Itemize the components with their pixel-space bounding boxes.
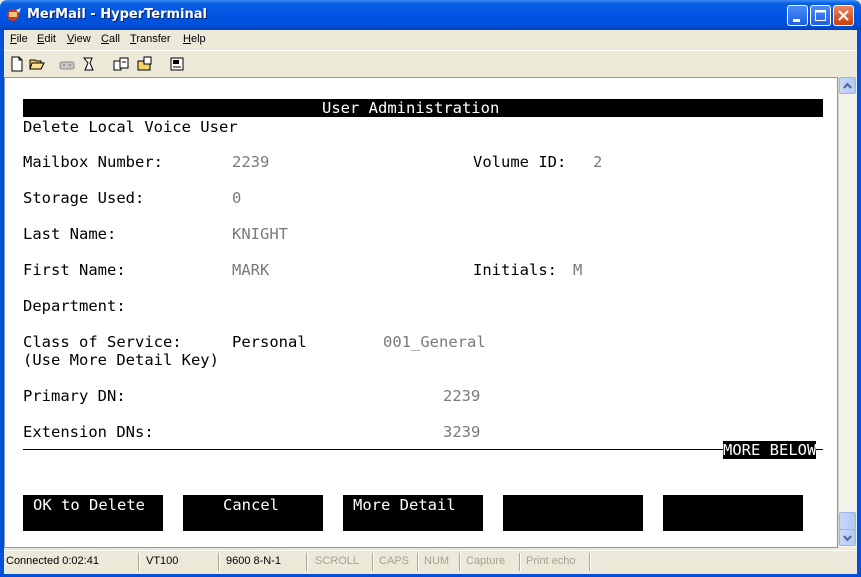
status-num: NUM [424, 555, 450, 567]
terminal-window[interactable]: User Administration Delete Local Voice U… [4, 77, 838, 548]
menu-view[interactable]: View [67, 33, 91, 45]
storage-value: 0 [232, 189, 242, 207]
mailbox-value: 2239 [232, 153, 270, 171]
scroll-down-icon [843, 535, 852, 542]
more-below-indicator: MORE BELOW [723, 441, 817, 459]
menu-edit[interactable]: Edit [37, 33, 56, 45]
send-icon[interactable] [112, 55, 130, 73]
properties-icon[interactable] [168, 55, 186, 73]
initials-value: M [573, 261, 583, 279]
cos-type: Personal [232, 333, 307, 351]
section-divider [23, 449, 823, 450]
status-separator [218, 553, 220, 571]
receive-icon[interactable] [136, 55, 154, 73]
new-icon[interactable] [8, 55, 26, 73]
maximize-button[interactable] [810, 5, 831, 26]
title-bar[interactable]: MerMail - HyperTerminal [0, 0, 861, 30]
status-emulation: VT100 [146, 555, 179, 567]
status-bar: Connected 0:02:41 VT100 9600 8-N-1 SCROL… [4, 550, 857, 574]
close-icon [838, 10, 849, 21]
menu-bar: File Edit View Call Transfer Help [4, 30, 857, 50]
disconnect-icon[interactable] [58, 55, 76, 73]
status-connected: Connected 0:02:41 [6, 555, 99, 567]
cos-hint: (Use More Detail Key) [23, 351, 219, 369]
softkey-4[interactable] [503, 495, 643, 531]
status-capture: Capture [466, 555, 506, 567]
window-title: MerMail - HyperTerminal [27, 7, 207, 22]
status-separator [459, 553, 461, 571]
softkey-cancel-label: Cancel [223, 496, 279, 514]
status-separator [138, 553, 140, 571]
extension-dns-label: Extension DNs: [23, 423, 154, 441]
storage-label: Storage Used: [23, 189, 145, 207]
scroll-up-button[interactable] [839, 77, 856, 94]
call-icon[interactable] [80, 55, 98, 73]
primary-dn-label: Primary DN: [23, 387, 126, 405]
status-separator [519, 553, 521, 571]
softkey-more-detail-label: More Detail [353, 496, 456, 514]
screen-subtitle: Delete Local Voice User [23, 118, 238, 136]
last-name-value: KNIGHT [232, 225, 288, 243]
scroll-down-button[interactable] [839, 529, 856, 546]
first-name-label: First Name: [23, 261, 126, 279]
window-frame-right [857, 30, 861, 577]
status-separator [372, 553, 374, 571]
cos-label: Class of Service: [23, 333, 182, 351]
scroll-thumb[interactable] [839, 512, 856, 530]
open-icon[interactable] [28, 55, 46, 73]
hyperterminal-app-icon[interactable] [6, 7, 22, 23]
first-name-value: MARK [232, 261, 270, 279]
initials-label: Initials: [473, 261, 557, 279]
extension-dns-value: 3239 [443, 423, 481, 441]
menu-help[interactable]: Help [183, 33, 206, 45]
primary-dn-value: 2239 [443, 387, 481, 405]
vertical-scrollbar[interactable] [838, 77, 857, 548]
toolbar [4, 50, 857, 78]
volume-value: 2 [593, 153, 603, 171]
status-caps: CAPS [379, 555, 409, 567]
cos-value: 001_General [383, 333, 486, 351]
menu-file[interactable]: File [10, 33, 28, 45]
volume-label: Volume ID: [473, 153, 567, 171]
status-print-echo: Print echo [526, 555, 576, 567]
mailbox-label: Mailbox Number: [23, 153, 163, 171]
status-separator [417, 553, 419, 571]
terminal-screen[interactable]: User Administration Delete Local Voice U… [5, 78, 837, 547]
department-label: Department: [23, 297, 126, 315]
status-scroll: SCROLL [315, 555, 360, 567]
softkey-ok-to-delete-label: OK to Delete [33, 496, 145, 514]
status-separator [306, 553, 308, 571]
scroll-up-icon [843, 82, 852, 89]
softkey-5[interactable] [663, 495, 803, 531]
menu-call[interactable]: Call [101, 33, 120, 45]
screen-header: User Administration [322, 99, 500, 117]
minimize-button[interactable] [787, 5, 808, 26]
status-separator [589, 553, 591, 571]
close-button[interactable] [833, 5, 854, 26]
status-settings: 9600 8-N-1 [226, 555, 282, 567]
menu-transfer[interactable]: Transfer [130, 33, 171, 45]
last-name-label: Last Name: [23, 225, 117, 243]
minimize-icon [793, 19, 800, 22]
maximize-icon [815, 10, 826, 21]
